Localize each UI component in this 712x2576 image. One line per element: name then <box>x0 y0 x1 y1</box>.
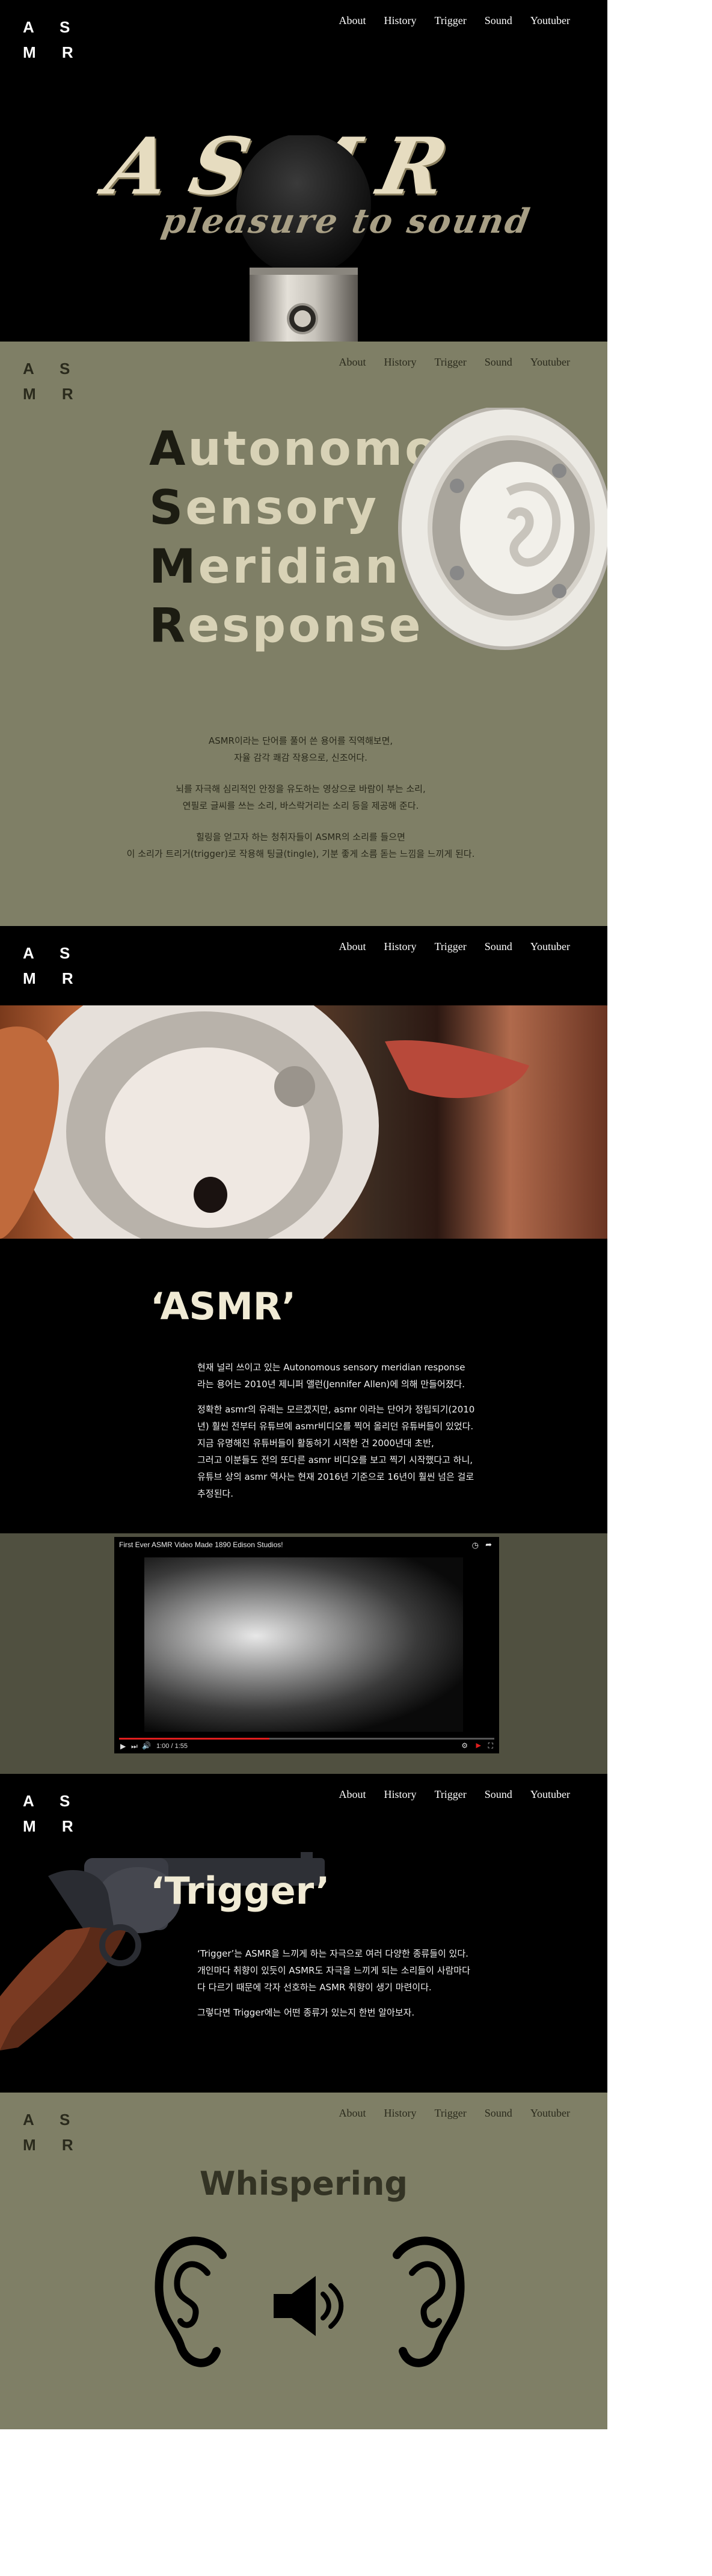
nav-about[interactable]: About <box>339 2107 366 2120</box>
nav-history[interactable]: History <box>384 356 416 369</box>
hero-subtitle: pleasure to sound <box>159 201 535 241</box>
video-time: 1:00 / 1:55 <box>156 1743 188 1750</box>
nav-youtuber[interactable]: Youtuber <box>530 2107 570 2120</box>
nav-sound[interactable]: Sound <box>485 14 512 27</box>
settings-icon[interactable]: ⚙ <box>461 1741 468 1750</box>
video-player[interactable]: First Ever ASMR Video Made 1890 Edison S… <box>114 1537 499 1753</box>
nav-history[interactable]: History <box>384 1788 416 1801</box>
nav-youtuber[interactable]: Youtuber <box>530 14 570 27</box>
history-text: 현재 널리 쓰이고 있는 Autonomous sensory meridian… <box>197 1362 475 1499</box>
clock-icon[interactable]: ◷ <box>472 1541 479 1550</box>
nav-about[interactable]: About <box>339 356 366 369</box>
definition-section: A S M R About History Trigger Sound Yout… <box>0 342 607 926</box>
trigger-section: A S M R About History Trigger Sound Yout… <box>0 1774 607 2093</box>
nav-history[interactable]: History <box>384 2107 416 2120</box>
speaker-icon <box>274 2276 344 2336</box>
nav-trigger[interactable]: Trigger <box>434 1788 466 1801</box>
nav-sound[interactable]: Sound <box>485 940 512 953</box>
volume-icon[interactable]: 🔊 <box>142 1741 151 1750</box>
definition-paragraph: ASMR이라는 단어를 풀어 쓴 용어를 직역해보면, 자율 감각 쾌감 작용으로… <box>208 735 393 763</box>
trigger-title: ‘Trigger’ <box>150 1869 330 1913</box>
nav-trigger[interactable]: Trigger <box>434 356 466 369</box>
site-logo[interactable]: A S M R <box>23 14 84 65</box>
youtube-icon[interactable]: ▶ <box>476 1741 481 1749</box>
nav-about[interactable]: About <box>339 940 366 953</box>
asmr-photo <box>0 1005 607 1239</box>
nav-sound[interactable]: Sound <box>485 356 512 369</box>
definition-paragraph: 뇌를 자극해 심리적인 안정을 유도하는 영상으로 바람이 부는 소리, 연필로 … <box>176 784 426 811</box>
ear-mic-photo <box>0 1005 529 1239</box>
nav-youtuber[interactable]: Youtuber <box>530 940 570 953</box>
nav-sound[interactable]: Sound <box>485 2107 512 2120</box>
right-ear-icon <box>393 2236 465 2367</box>
revolver-image <box>0 1852 325 2050</box>
history-section: ‘ASMR’ 현재 널리 쓰이고 있는 Autonomous sensory m… <box>0 1239 607 1533</box>
video-frame[interactable] <box>144 1557 463 1732</box>
video-controls: ▶ ⏭ 🔊 1:00 / 1:55 ⚙ ▶ ⛶ <box>114 1734 499 1753</box>
site-logo[interactable]: A S M R <box>23 2107 84 2157</box>
fullscreen-icon[interactable]: ⛶ <box>488 1741 493 1750</box>
whispering-section: A S M R About History Trigger Sound Yout… <box>0 2093 607 2429</box>
nav-trigger[interactable]: Trigger <box>434 2107 466 2120</box>
main-nav: About History Trigger Sound Youtuber <box>339 1788 570 1801</box>
hero-section: A S M R About History Trigger Sound Yout… <box>0 0 607 342</box>
nav-youtuber[interactable]: Youtuber <box>530 1788 570 1801</box>
nav-history[interactable]: History <box>384 940 416 953</box>
nav-youtuber[interactable]: Youtuber <box>530 356 570 369</box>
whispering-title: Whispering <box>199 2165 408 2203</box>
main-nav: About History Trigger Sound Youtuber <box>339 356 570 369</box>
nav-about[interactable]: About <box>339 14 366 27</box>
nav-trigger[interactable]: Trigger <box>434 14 466 27</box>
video-title[interactable]: First Ever ASMR Video Made 1890 Edison S… <box>119 1541 283 1549</box>
video-section: First Ever ASMR Video Made 1890 Edison S… <box>0 1533 607 1774</box>
trigger-text: ‘Trigger’는 ASMR을 느끼게 하는 자극으로 여러 다양한 종류들이… <box>197 1948 470 2018</box>
ear-microphone-image <box>398 408 607 650</box>
site-logo[interactable]: A S M R <box>23 940 84 991</box>
main-nav: About History Trigger Sound Youtuber <box>339 14 570 27</box>
left-ear-icon <box>155 2236 227 2367</box>
share-icon[interactable]: ➦ <box>485 1540 492 1550</box>
history-title: ‘ASMR’ <box>150 1284 296 1328</box>
history-header: A S M R About History Trigger Sound Yout… <box>0 926 607 1005</box>
nav-sound[interactable]: Sound <box>485 1788 512 1801</box>
nav-history[interactable]: History <box>384 14 416 27</box>
site-logo[interactable]: A S M R <box>23 356 84 406</box>
main-nav: About History Trigger Sound Youtuber <box>339 2107 570 2120</box>
progress-bar[interactable] <box>119 1738 494 1740</box>
nav-trigger[interactable]: Trigger <box>434 940 466 953</box>
play-icon[interactable]: ▶ <box>120 1742 126 1750</box>
main-nav: About History Trigger Sound Youtuber <box>339 940 570 953</box>
next-icon[interactable]: ⏭ <box>131 1742 138 1751</box>
nav-about[interactable]: About <box>339 1788 366 1801</box>
definition-paragraph: 힐링을 얻고자 하는 청취자들이 ASMR의 소리를 들으면 이 소리가 트리거(… <box>126 832 475 859</box>
